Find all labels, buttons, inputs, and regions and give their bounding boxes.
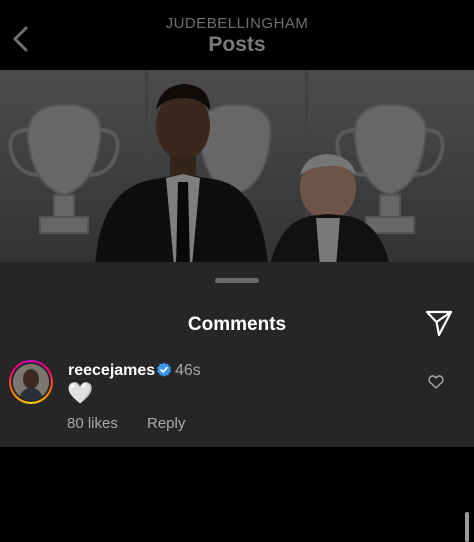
account-name: JUDEBELLINGHAM — [165, 15, 309, 32]
comments-sheet: Comments reecejames 46s 🤍 80 likes Reply — [0, 262, 474, 542]
avatar-ring-gap — [11, 362, 51, 402]
comment-item: reecejames 46s 🤍 80 likes Reply — [0, 357, 474, 542]
comments-title: Comments — [187, 314, 287, 335]
post-image — [0, 70, 474, 266]
comment-username[interactable]: reecejames — [68, 362, 155, 380]
paper-plane-icon[interactable] — [424, 308, 454, 338]
avatar[interactable] — [9, 360, 53, 404]
comment-time: 46s — [175, 362, 201, 379]
avatar-image — [13, 364, 49, 400]
sheet-grabber[interactable] — [215, 278, 259, 283]
scrollbar[interactable] — [465, 512, 469, 542]
comment-text: 🤍 — [67, 382, 94, 405]
verified-badge-icon — [156, 362, 172, 378]
image-dim-overlay — [0, 70, 474, 266]
top-bar: JUDEBELLINGHAM Posts — [0, 0, 474, 70]
comment-likes[interactable]: 80 likes — [67, 415, 118, 432]
reply-button[interactable]: Reply — [147, 415, 185, 432]
heart-outline-icon[interactable] — [428, 374, 444, 390]
page-title: Posts — [208, 33, 266, 56]
